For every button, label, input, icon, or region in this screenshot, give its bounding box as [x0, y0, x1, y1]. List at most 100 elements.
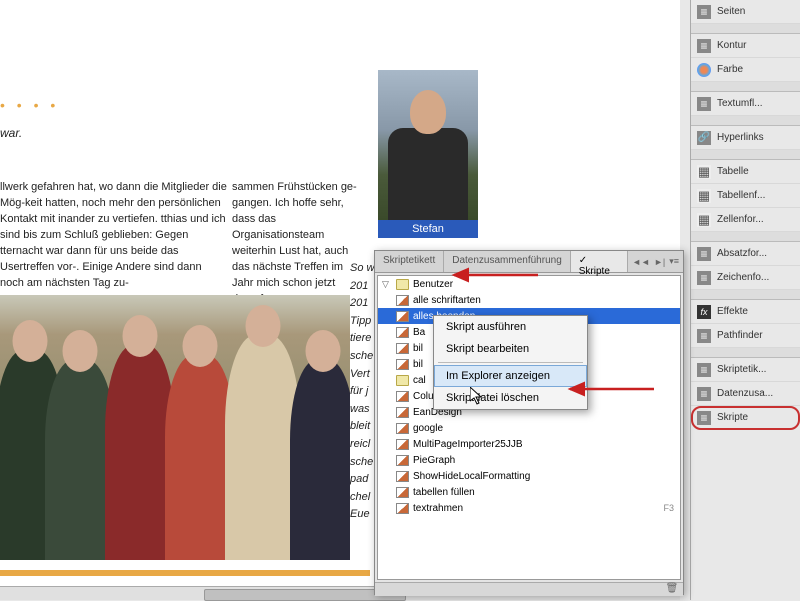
panel-effekte[interactable]: Effekte [691, 300, 800, 324]
script-icon [396, 343, 409, 354]
tree-label: PieGraph [413, 455, 455, 466]
lines-icon [697, 411, 711, 425]
panel-label: Tabellenf... [717, 190, 765, 201]
tree-label: MultiPageImporter25JJB [413, 439, 523, 450]
panel-kontur[interactable]: Kontur [691, 34, 800, 58]
panel-label: Seiten [717, 6, 745, 17]
tree-label: tabellen füllen [413, 487, 475, 498]
palette-icon [697, 63, 711, 77]
tree-script[interactable]: PieGraph [378, 452, 680, 468]
script-icon [396, 407, 409, 418]
script-icon [396, 439, 409, 450]
panel-seiten[interactable]: Seiten [691, 0, 800, 24]
script-icon [396, 391, 409, 402]
folder-icon [396, 279, 409, 290]
tree-label: google [413, 423, 443, 434]
script-icon [396, 455, 409, 466]
tree-label: alle schriftarten [413, 295, 481, 306]
ctx-skript-bearbeiten[interactable]: Skript bearbeiten [434, 338, 587, 360]
lines-icon [697, 271, 711, 285]
ctx-skript-ausführen[interactable]: Skript ausführen [434, 316, 587, 338]
panel-skripte[interactable]: Skripte [691, 406, 800, 430]
tree-label: textrahmen [413, 503, 463, 514]
check-icon: ✓ [579, 255, 587, 266]
script-icon [396, 503, 409, 514]
tab-skriptetikett[interactable]: Skriptetikett [375, 251, 444, 272]
panel-label: Skripte [717, 412, 748, 423]
lines-icon [697, 247, 711, 261]
panel-label: Skriptetik... [717, 364, 766, 375]
scripts-panel-footer: 🗑 [375, 582, 683, 596]
portrait-image [378, 70, 478, 220]
shortcut-label: F3 [663, 503, 674, 513]
context-menu: Skript ausführenSkript bearbeiten Im Expl… [433, 315, 588, 410]
panel-label: Farbe [717, 64, 743, 75]
folder-icon [396, 375, 409, 386]
text-war: war. [0, 125, 22, 142]
script-icon [396, 359, 409, 370]
panel-prev-icon[interactable]: ◄◄ [632, 257, 650, 267]
tree-label: ShowHideLocalFormatting [413, 471, 530, 482]
text-column-right: sammen Frühstücken ge-gangen. Ich hoffe … [232, 180, 367, 308]
tree-label: Ba [413, 327, 425, 338]
panel-hyperlinks[interactable]: Hyperlinks [691, 126, 800, 150]
panel-absatzfor[interactable]: Absatzfor... [691, 242, 800, 266]
panel-label: Effekte [717, 306, 748, 317]
portrait-caption: Stefan [378, 220, 478, 238]
text-column-left: llwerk gefahren hat, wo dann die Mitglie… [0, 180, 228, 292]
right-panel-dock: Seiten Kontur Farbe Textumfl... Hyperlinks Ta… [690, 0, 800, 600]
tree-script[interactable]: ShowHideLocalFormatting [378, 468, 680, 484]
lines-icon [697, 363, 711, 377]
panel-label: Hyperlinks [717, 132, 764, 143]
tree-script[interactable]: MultiPageImporter25JJB [378, 436, 680, 452]
scripts-panel-tabs: SkriptetikettDatenzusammenführung✓ Skrip… [375, 251, 683, 273]
panel-tab-controls: ◄◄ ►| ▾≡ [628, 251, 683, 272]
scripts-panel: SkriptetikettDatenzusammenführung✓ Skrip… [374, 250, 684, 595]
panel-label: Tabelle [717, 166, 749, 177]
lines-icon [697, 5, 711, 19]
panel-pathfinder[interactable]: Pathfinder [691, 324, 800, 348]
panel-label: Textumfl... [717, 98, 763, 109]
script-icon [396, 295, 409, 306]
panel-farbe[interactable]: Farbe [691, 58, 800, 82]
fx-icon [697, 305, 711, 319]
panel-zellenfor[interactable]: Zellenfor... [691, 208, 800, 232]
panel-tabelle[interactable]: Tabelle [691, 160, 800, 184]
link-icon [697, 131, 711, 145]
panel-datenzusa[interactable]: Datenzusa... [691, 382, 800, 406]
panel-menu-icon[interactable]: ▾≡ [669, 256, 679, 267]
script-icon [396, 423, 409, 434]
lines-icon [697, 39, 711, 53]
expand-icon[interactable]: ▽ [382, 279, 392, 290]
panel-tabellenf[interactable]: Tabellenf... [691, 184, 800, 208]
panel-next-icon[interactable]: ►| [654, 257, 665, 267]
panel-label: Zeichenfo... [717, 272, 769, 283]
tab-datenzusammenführung[interactable]: Datenzusammenführung [444, 251, 571, 272]
ctx-skriptdatei-löschen[interactable]: Skriptdatei löschen [434, 387, 587, 409]
lines-icon [697, 97, 711, 111]
tree-script[interactable]: textrahmen F3 [378, 500, 680, 516]
trash-icon[interactable]: 🗑 [665, 583, 679, 596]
tab-skripte[interactable]: ✓ Skripte [571, 251, 628, 272]
panel-textumfl[interactable]: Textumfl... [691, 92, 800, 116]
ctx-im-explorer-anzeigen[interactable]: Im Explorer anzeigen [434, 365, 587, 387]
panel-zeichenfo[interactable]: Zeichenfo... [691, 266, 800, 290]
tree-script[interactable]: tabellen füllen [378, 484, 680, 500]
lines-icon [697, 387, 711, 401]
tree-script[interactable]: google [378, 420, 680, 436]
lines-icon [697, 329, 711, 343]
tree-folder[interactable]: ▽ Benutzer [378, 276, 680, 292]
panel-label: Kontur [717, 40, 746, 51]
script-icon [396, 471, 409, 482]
table-icon [697, 189, 711, 203]
tree-label: Benutzer [413, 279, 453, 290]
script-icon [396, 311, 409, 322]
panel-label: Absatzfor... [717, 248, 767, 259]
tree-script[interactable]: alle schriftarten [378, 292, 680, 308]
group-photo [0, 295, 350, 560]
panel-label: Zellenfor... [717, 214, 764, 225]
panel-skriptetik[interactable]: Skriptetik... [691, 358, 800, 382]
panel-label: Datenzusa... [717, 388, 773, 399]
portrait-frame: Stefan [378, 70, 478, 238]
tree-label: cal [413, 375, 426, 386]
